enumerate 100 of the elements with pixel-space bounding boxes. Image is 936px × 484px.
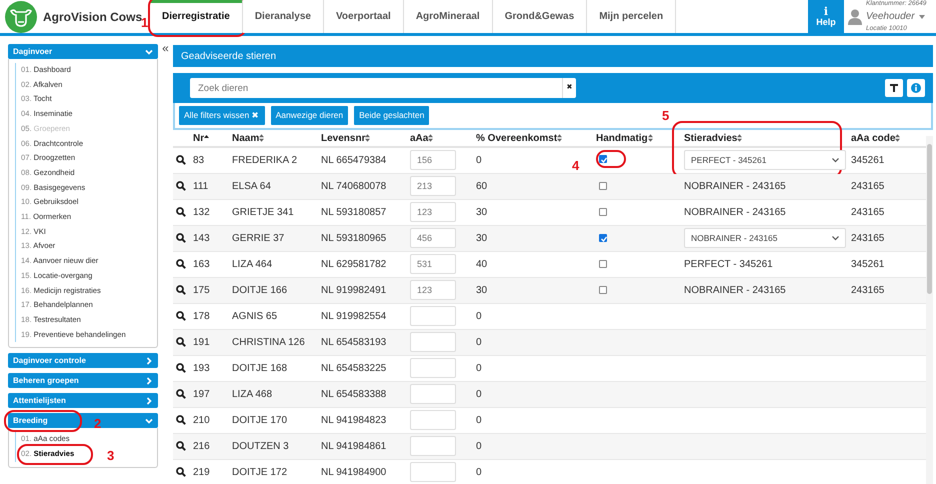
table-cell: 60	[473, 173, 593, 199]
table-cell: NOBRAINER - 243165	[681, 173, 848, 199]
bull-select[interactable]: NOBRAINER - 243165	[684, 228, 846, 248]
search-icon[interactable]	[176, 155, 186, 166]
table-cell: 111	[190, 173, 229, 199]
search-icon[interactable]	[176, 389, 186, 399]
table-cell: 193	[190, 355, 229, 381]
table-cell: AGNIS 65	[229, 303, 318, 329]
table-cell: 197	[190, 381, 229, 407]
table-cell: 163	[190, 251, 229, 277]
table-cell: NL 740680078	[318, 173, 407, 199]
search-icon[interactable]	[176, 207, 186, 217]
checkbox[interactable]	[599, 260, 607, 268]
search-icon[interactable]	[176, 363, 186, 373]
table-cell: 210	[190, 407, 229, 433]
filter-button[interactable]	[885, 79, 903, 97]
aaa-input[interactable]	[410, 462, 456, 482]
table-cell: 216	[190, 433, 229, 459]
table-cell: DOITJE 166	[229, 277, 318, 303]
search-icon[interactable]	[176, 311, 186, 321]
filter-chip[interactable]: Alle filters wissen ✖	[179, 106, 265, 125]
column-header[interactable]: Stieradvies	[684, 130, 742, 146]
brand-name: AgroVision Cows	[43, 8, 142, 24]
aaa-input[interactable]: 156	[410, 150, 456, 170]
search-icon[interactable]	[176, 181, 186, 191]
collapse-sidebar-button[interactable]: «	[158, 43, 173, 484]
column-header[interactable]: Levensnr	[321, 130, 370, 146]
table-cell: 30	[473, 199, 593, 225]
user-menu[interactable]: Veehouder	[866, 9, 926, 24]
checkbox[interactable]	[599, 234, 607, 242]
table-cell: 0	[473, 329, 593, 355]
aaa-input[interactable]: 531	[410, 254, 456, 274]
aaa-input[interactable]: 123	[410, 280, 456, 300]
help-button[interactable]: i Help	[808, 0, 844, 33]
aaa-input[interactable]	[410, 436, 456, 456]
search-icon[interactable]	[176, 233, 186, 243]
search-icon[interactable]	[176, 337, 186, 347]
table-cell: 178	[190, 303, 229, 329]
caret-icon	[832, 236, 839, 240]
aaa-input[interactable]: 213	[410, 176, 456, 196]
filter-chip[interactable]: Beide geslachten	[354, 106, 430, 125]
table-cell: NL 629581782	[318, 251, 407, 277]
column-header[interactable]: aAa	[410, 130, 434, 146]
aaa-input[interactable]	[410, 410, 456, 430]
accordion-header[interactable]: Daginvoer	[8, 44, 158, 59]
column-header[interactable]: Nr	[193, 130, 210, 146]
table-cell: 83	[190, 147, 229, 173]
table-cell: NL 941984823	[318, 407, 407, 433]
annotation-number: 5	[662, 108, 670, 122]
annotation-number: 2	[94, 417, 102, 430]
annotation-number: 4	[572, 158, 580, 172]
search-icon[interactable]	[176, 441, 186, 451]
checkbox[interactable]	[599, 286, 607, 294]
table-cell: PERFECT - 345261	[681, 251, 848, 277]
filter-icon	[890, 84, 898, 92]
table-cell: NL 919982554	[318, 303, 407, 329]
table-cell: 219	[190, 459, 229, 484]
column-header[interactable]: Handmatig	[596, 130, 653, 146]
aaa-input[interactable]: 456	[410, 228, 456, 248]
table-cell: 132	[190, 199, 229, 225]
info-icon	[911, 83, 921, 93]
table-cell: DOUTZEN 3	[229, 433, 318, 459]
search-field[interactable]: Zoek dieren	[190, 78, 562, 98]
accordion-header[interactable]: Beheren groepen	[8, 373, 158, 388]
nav-tab[interactable]: Grond&Gewas	[492, 0, 588, 33]
aaa-input[interactable]	[410, 384, 456, 404]
table-cell: ELSA 64	[229, 173, 318, 199]
column-header[interactable]: aAa code	[851, 130, 900, 146]
scrollbar[interactable]	[926, 136, 933, 484]
table-cell: NL 919982491	[318, 277, 407, 303]
accordion-header[interactable]: Daginvoer controle	[8, 353, 158, 368]
checkbox[interactable]	[599, 182, 607, 190]
caret-icon	[918, 14, 925, 18]
nav-tab[interactable]: Dierregistratie	[150, 0, 243, 33]
accordion-header[interactable]: Attentielijsten	[8, 393, 158, 408]
annotation-number: 1	[141, 16, 148, 29]
table-cell: LIZA 468	[229, 381, 318, 407]
table-cell: 0	[473, 303, 593, 329]
search-icon[interactable]	[176, 285, 186, 295]
table-cell: 243165	[848, 173, 926, 199]
search-icon[interactable]	[176, 467, 186, 477]
table-cell: NL 593180857	[318, 199, 407, 225]
filter-chip[interactable]: Aanwezige dieren	[270, 106, 348, 125]
search-icon[interactable]	[176, 415, 186, 425]
column-header[interactable]: Naam	[232, 130, 264, 146]
bull-select[interactable]: PERFECT - 345261	[684, 150, 846, 170]
table-cell: 40	[473, 251, 593, 277]
nav-tab[interactable]: Dieranalyse	[242, 0, 324, 33]
table-cell: DOITJE 170	[229, 407, 318, 433]
search-icon[interactable]	[176, 259, 186, 269]
aaa-input[interactable]	[410, 306, 456, 326]
info-button[interactable]	[907, 79, 925, 97]
column-header[interactable]: % Overeenkomst	[476, 130, 562, 146]
aaa-input[interactable]	[410, 358, 456, 378]
table-cell: NL 593180965	[318, 225, 407, 251]
checkbox[interactable]	[599, 154, 607, 163]
aaa-input[interactable]	[410, 332, 456, 352]
aaa-input[interactable]: 123	[410, 202, 456, 222]
table-cell: 30	[473, 277, 593, 303]
checkbox[interactable]	[599, 208, 607, 216]
